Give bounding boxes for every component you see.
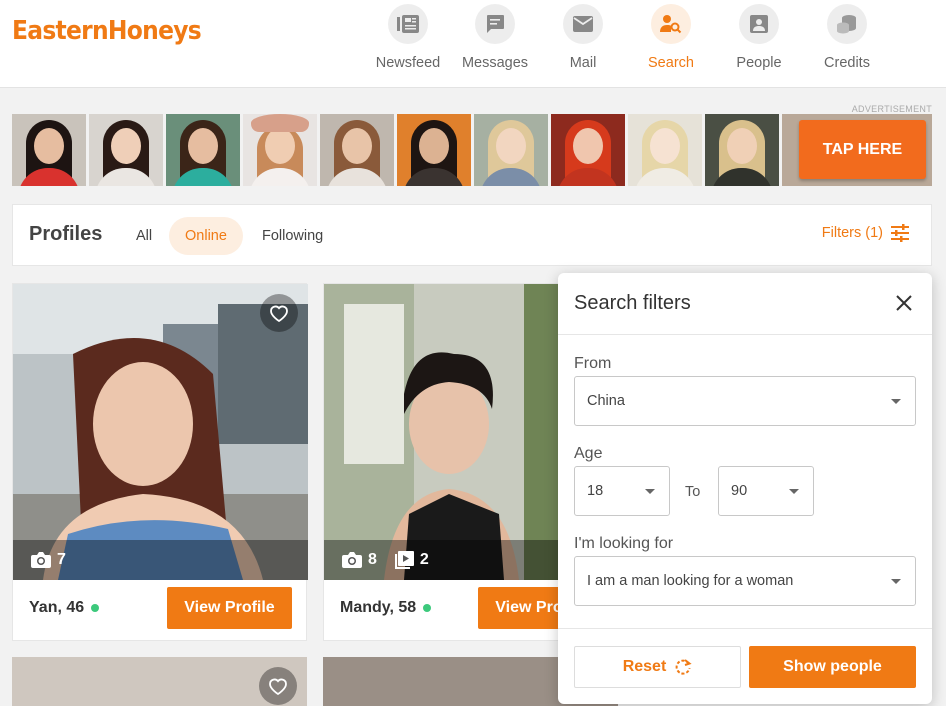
nav-credits[interactable]: Credits xyxy=(803,2,891,82)
ad-thumbnail xyxy=(628,114,702,186)
close-button[interactable] xyxy=(894,293,914,313)
heart-icon xyxy=(269,678,287,695)
filters-label: Filters (1) xyxy=(821,225,883,241)
looking-for-select[interactable]: I am a man looking for a woman xyxy=(574,556,916,606)
top-header: EasternHoneys Newsfeed Messages Mail Sea… xyxy=(0,0,946,88)
site-logo[interactable]: EasternHoneys xyxy=(12,16,202,46)
search-people-icon xyxy=(651,4,691,44)
online-indicator xyxy=(423,604,432,612)
chevron-down-icon xyxy=(645,489,655,494)
ad-thumbnail xyxy=(320,114,394,186)
video-count: 2 xyxy=(394,551,429,569)
sliders-icon xyxy=(891,224,909,242)
nav-label: People xyxy=(736,55,782,71)
show-people-button[interactable]: Show people xyxy=(749,646,916,688)
filters-title: Search filters xyxy=(574,292,691,314)
chevron-down-icon xyxy=(891,399,901,404)
advertisement-label: ADVERTISEMENT xyxy=(851,104,932,114)
favorite-button[interactable] xyxy=(260,294,298,332)
nav-search[interactable]: Search xyxy=(627,2,715,82)
close-icon xyxy=(896,295,912,311)
ad-thumbnail xyxy=(166,114,240,186)
from-select[interactable]: China xyxy=(574,376,916,426)
from-label: From xyxy=(574,355,612,372)
profile-card-partial[interactable] xyxy=(12,657,307,706)
profile-name: Mandy, 58 xyxy=(340,599,432,617)
search-filters-panel: Search filters From China Age 18 To 90 I… xyxy=(558,273,932,704)
nav-people[interactable]: People xyxy=(715,2,803,82)
credits-icon xyxy=(827,4,867,44)
nav-label: Messages xyxy=(461,55,529,71)
favorite-button[interactable] xyxy=(259,667,297,705)
photo-count: 7 xyxy=(31,551,66,569)
ad-thumbnail xyxy=(474,114,548,186)
filters-toggle[interactable]: Filters (1) xyxy=(822,224,909,242)
nav-label: Credits xyxy=(824,55,870,71)
divider xyxy=(558,628,932,629)
online-indicator xyxy=(91,604,100,612)
tap-here-button[interactable]: TAP HERE xyxy=(799,120,926,179)
age-to-label: To xyxy=(685,484,701,500)
video-icon xyxy=(394,551,414,569)
people-icon xyxy=(739,4,779,44)
view-profile-button[interactable]: View Profile xyxy=(167,587,292,629)
camera-icon xyxy=(342,552,362,568)
nav-label: Newsfeed xyxy=(375,55,441,71)
ad-banner[interactable]: TAP HERE xyxy=(12,114,932,186)
mail-icon xyxy=(563,4,603,44)
newsfeed-icon xyxy=(388,4,428,44)
reset-button[interactable]: Reset xyxy=(574,646,741,688)
ad-thumbnail xyxy=(397,114,471,186)
tab-all[interactable]: All xyxy=(120,217,168,255)
profiles-title: Profiles xyxy=(29,223,103,245)
nav-label: Mail xyxy=(569,55,597,71)
nav-messages[interactable]: Messages xyxy=(451,2,539,82)
profile-card[interactable]: 7 Yan, 46 View Profile xyxy=(12,283,308,642)
photo-count-overlay: 7 xyxy=(13,540,308,580)
heart-icon xyxy=(270,305,288,322)
ad-thumbnail xyxy=(12,114,86,186)
tab-online[interactable]: Online xyxy=(169,217,243,255)
ad-thumbnail xyxy=(89,114,163,186)
messages-icon xyxy=(475,4,515,44)
ad-thumbnail xyxy=(243,114,317,186)
camera-icon xyxy=(31,552,51,568)
chevron-down-icon xyxy=(789,489,799,494)
refresh-icon xyxy=(675,659,692,675)
ad-thumbnail xyxy=(705,114,779,186)
age-to-select[interactable]: 90 xyxy=(718,466,814,516)
nav-label: Search xyxy=(648,55,694,71)
card-info: Yan, 46 View Profile xyxy=(13,580,308,642)
nav-mail[interactable]: Mail xyxy=(539,2,627,82)
nav-newsfeed[interactable]: Newsfeed xyxy=(364,2,452,82)
age-label: Age xyxy=(574,445,603,462)
looking-for-label: I'm looking for xyxy=(574,535,674,552)
ad-thumbnail xyxy=(551,114,625,186)
photo-count: 8 xyxy=(342,551,377,569)
tab-following[interactable]: Following xyxy=(246,217,339,255)
profiles-toolbar: Profiles All Online Following Filters (1… xyxy=(12,204,932,266)
profile-name: Yan, 46 xyxy=(29,599,100,617)
age-from-select[interactable]: 18 xyxy=(574,466,670,516)
profile-photo[interactable]: 7 xyxy=(13,284,308,580)
filters-header: Search filters xyxy=(558,273,932,335)
chevron-down-icon xyxy=(891,579,901,584)
